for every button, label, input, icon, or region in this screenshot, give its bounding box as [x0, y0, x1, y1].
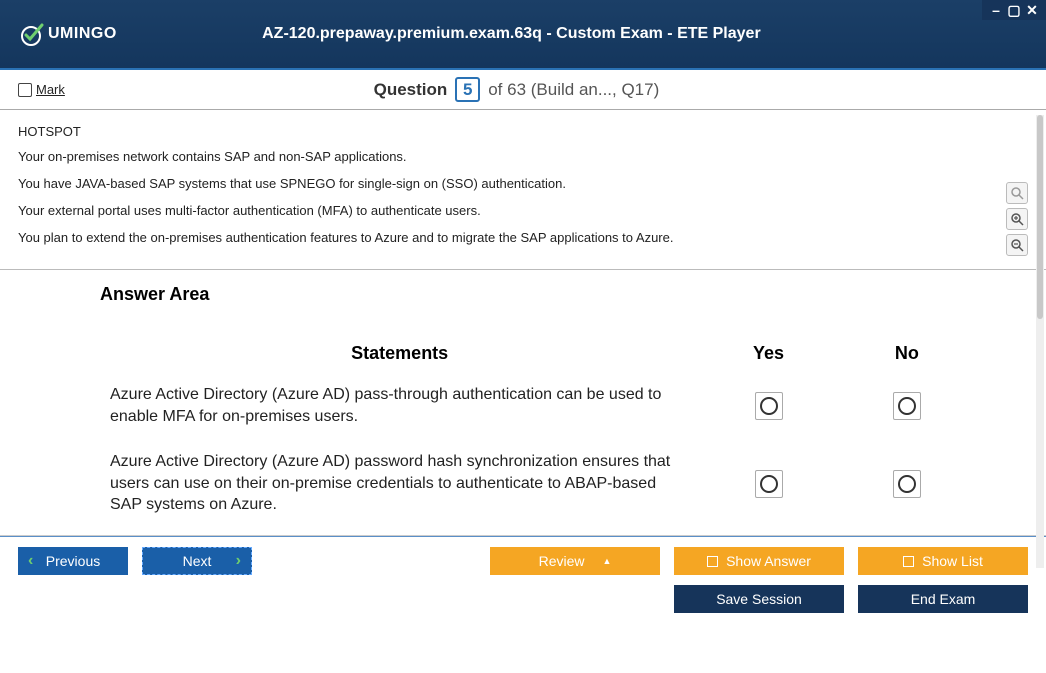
zoom-in-button[interactable] [1006, 208, 1028, 230]
answer-area-pane: Answer Area Statements Yes No Azure Acti… [0, 270, 1046, 535]
col-yes: Yes [699, 335, 837, 372]
scrollbar[interactable] [1036, 115, 1044, 568]
question-line: You plan to extend the on-premises authe… [18, 230, 1028, 245]
question-of-text: of 63 (Build an..., Q17) [488, 80, 659, 99]
hotspot-label: HOTSPOT [18, 124, 1028, 139]
next-button[interactable]: Next [142, 547, 252, 575]
answer-table: Statements Yes No Azure Active Directory… [100, 335, 976, 528]
col-statements: Statements [100, 335, 699, 372]
question-number: 5 [455, 77, 480, 102]
show-list-checkbox[interactable] [903, 556, 914, 567]
show-answer-button[interactable]: Show Answer [674, 547, 844, 575]
zoom-controls [1006, 182, 1028, 256]
col-no: No [838, 335, 976, 372]
close-button[interactable]: ✕ [1024, 2, 1040, 18]
yes-option-2[interactable] [755, 470, 783, 498]
no-option-2[interactable] [893, 470, 921, 498]
statement-text: Azure Active Directory (Azure AD) passwo… [100, 439, 699, 528]
maximize-button[interactable]: ▢ [1006, 2, 1022, 18]
question-line: You have JAVA-based SAP systems that use… [18, 176, 1028, 191]
no-option-1[interactable] [893, 392, 921, 420]
show-answer-checkbox[interactable] [707, 556, 718, 567]
question-text-pane: HOTSPOT Your on-premises network contain… [0, 110, 1046, 270]
question-counter: Question 5 of 63 (Build an..., Q17) [65, 80, 968, 100]
mark-checkbox-group[interactable]: Mark [18, 82, 65, 97]
mark-checkbox[interactable] [18, 83, 32, 97]
question-word: Question [374, 80, 448, 99]
app-title: AZ-120.prepaway.premium.exam.63q - Custo… [117, 25, 906, 43]
table-row: Azure Active Directory (Azure AD) passwo… [100, 439, 976, 528]
previous-button[interactable]: Previous [18, 547, 128, 575]
question-line: Your external portal uses multi-factor a… [18, 203, 1028, 218]
logo-checkmark-icon [20, 21, 46, 47]
mark-label[interactable]: Mark [36, 82, 65, 97]
end-exam-button[interactable]: End Exam [858, 585, 1028, 613]
window-controls: – ▢ ✕ [982, 0, 1046, 20]
save-session-button[interactable]: Save Session [674, 585, 844, 613]
answer-area-heading: Answer Area [100, 284, 976, 305]
zoom-reset-button[interactable] [1006, 182, 1028, 204]
app-header: UMINGO AZ-120.prepaway.premium.exam.63q … [0, 0, 1046, 70]
question-line: Your on-premises network contains SAP an… [18, 149, 1028, 164]
statement-text: Azure Active Directory (Azure AD) pass-t… [100, 372, 699, 439]
logo-text: UMINGO [48, 25, 117, 43]
app-logo: UMINGO [20, 21, 117, 47]
show-list-button[interactable]: Show List [858, 547, 1028, 575]
yes-option-1[interactable] [755, 392, 783, 420]
table-row: Azure Active Directory (Azure AD) pass-t… [100, 372, 976, 439]
zoom-out-button[interactable] [1006, 234, 1028, 256]
question-subheader: Mark Question 5 of 63 (Build an..., Q17) [0, 70, 1046, 110]
footer-bar: Previous Next Review Show Answer Show Li… [0, 536, 1046, 623]
review-button[interactable]: Review [490, 547, 660, 575]
minimize-button[interactable]: – [988, 2, 1004, 18]
